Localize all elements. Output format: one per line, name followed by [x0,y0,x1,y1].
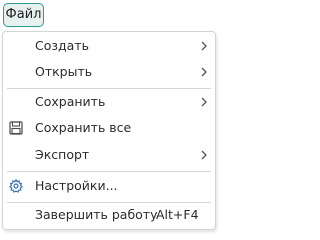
menu-item-label: Сохранить все [35,120,132,135]
menu-item-label: Настройки... [35,178,118,193]
shortcut-label: Alt+F4 [156,207,199,222]
menu-item-open[interactable]: Открыть [3,61,215,83]
chevron-right-icon [201,41,207,51]
menu-item-export[interactable]: Экспорт [3,144,215,166]
file-menu-button[interactable]: Файл [3,3,44,27]
menu-item-label: Экспорт [35,147,90,162]
menu-item-label: Сохранить [35,94,106,109]
chevron-right-icon [201,97,207,107]
menu-item-label: Завершить работу [35,207,158,222]
save-all-icon [9,121,23,135]
menu-separator [7,88,211,89]
file-dropdown-menu: Создать Открыть Сохранить Сохранить все … [2,31,216,230]
chevron-right-icon [201,67,207,77]
menu-item-label: Создать [35,38,89,53]
menu-separator [7,171,211,172]
menu-item-exit[interactable]: Завершить работу Alt+F4 [3,204,215,226]
gear-icon [9,179,23,193]
menu-item-create[interactable]: Создать [3,35,215,57]
menu-item-label: Открыть [35,64,93,79]
menubar: Файл [0,0,220,30]
menu-separator [7,202,211,203]
menu-item-save-all[interactable]: Сохранить все [3,117,215,139]
menu-item-settings[interactable]: Настройки... [3,175,215,197]
chevron-right-icon [201,150,207,160]
menu-item-save[interactable]: Сохранить [3,91,215,113]
